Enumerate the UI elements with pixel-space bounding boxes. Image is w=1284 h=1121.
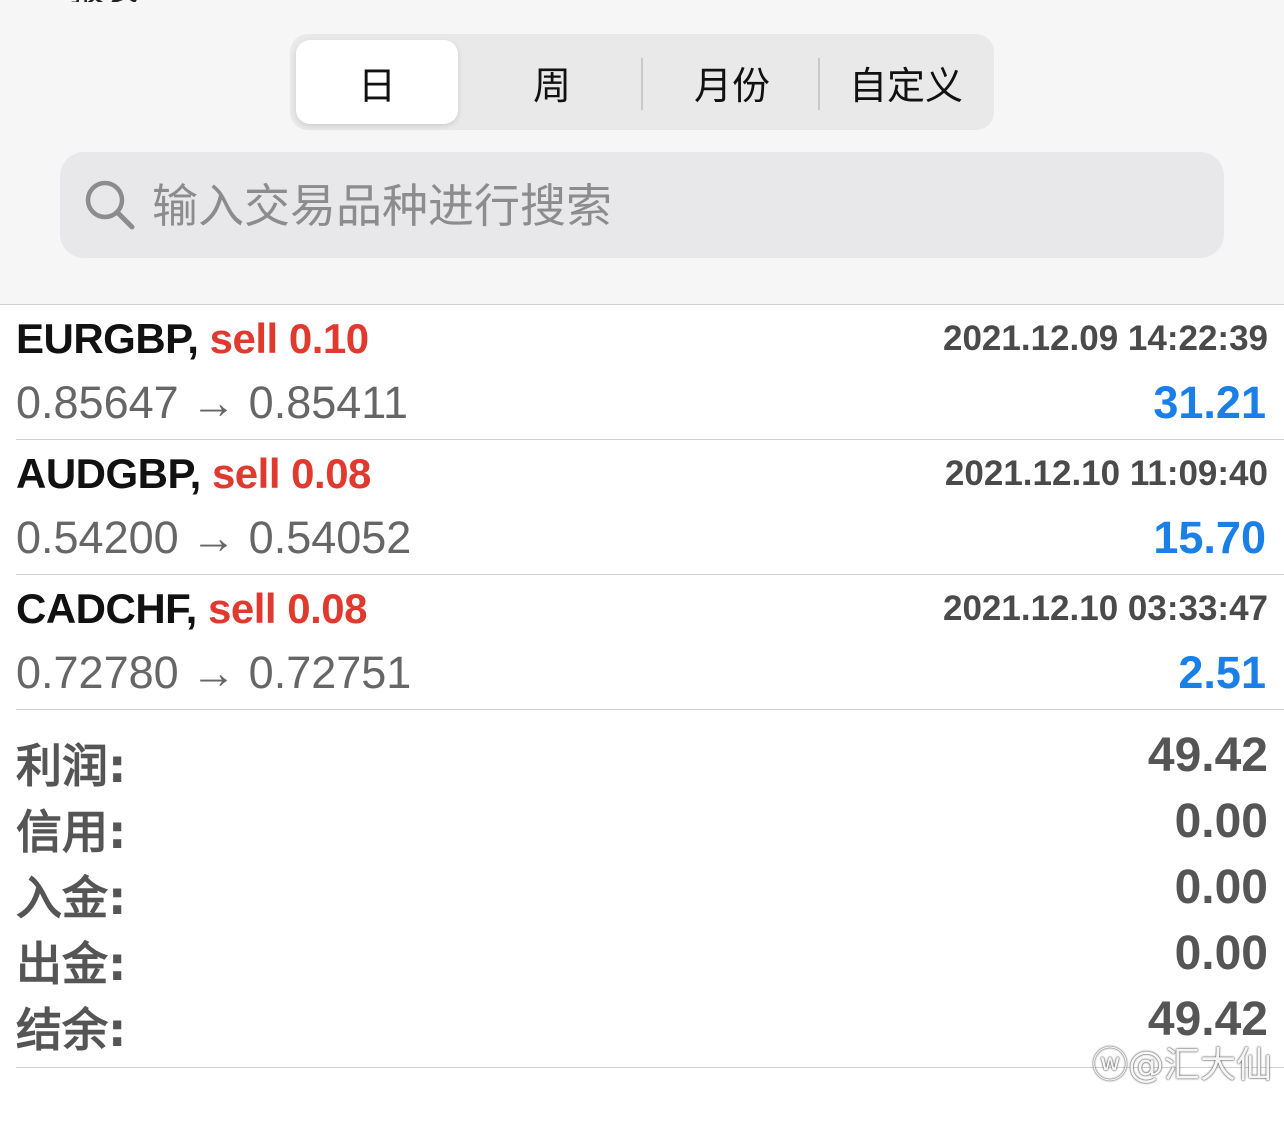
tab-week[interactable]: 周 bbox=[466, 40, 638, 124]
page-title-cutoff: 报表 bbox=[70, 0, 140, 2]
tab-divider bbox=[641, 58, 643, 110]
tab-day[interactable]: 日 bbox=[296, 40, 458, 124]
tab-custom[interactable]: 自定义 bbox=[822, 40, 990, 124]
summary-credit: 信用: 0.00 bbox=[0, 792, 1284, 859]
trade-datetime: 2021.12.10 03:33:47 bbox=[943, 589, 1268, 628]
search-bar[interactable] bbox=[60, 152, 1224, 258]
trade-direction-volume: sell 0.10 bbox=[209, 315, 369, 362]
tab-week-label: 周 bbox=[532, 63, 571, 108]
trade-direction-volume: sell 0.08 bbox=[208, 585, 367, 632]
tab-custom-label: 自定义 bbox=[848, 63, 963, 108]
summary-label: 信用: bbox=[16, 805, 127, 859]
watermark: ⓦ@汇大仙 bbox=[1092, 1036, 1272, 1088]
tab-divider bbox=[818, 58, 820, 110]
summary-value: 0.00 bbox=[1174, 861, 1268, 914]
summary-label: 结余: bbox=[16, 1003, 127, 1057]
row-divider bbox=[16, 709, 1284, 710]
summary-label: 出金: bbox=[16, 937, 127, 991]
period-segmented-control: 日 周 月份 自定义 bbox=[290, 34, 994, 130]
trade-symbol: EURGBP, sell 0.10 bbox=[16, 315, 369, 363]
trade-datetime: 2021.12.10 11:09:40 bbox=[944, 454, 1268, 493]
summary-label: 利润: bbox=[16, 739, 127, 793]
trade-prices: 0.85647 → 0.85411 bbox=[16, 377, 408, 428]
trade-symbol: AUDGBP, sell 0.08 bbox=[16, 450, 371, 498]
trade-profit: 31.21 bbox=[1153, 377, 1266, 428]
tab-month-label: 月份 bbox=[693, 63, 770, 108]
summary-value: 0.00 bbox=[1174, 795, 1268, 848]
symbol-name: EURGBP, bbox=[16, 315, 199, 362]
symbol-name: AUDGBP, bbox=[16, 450, 201, 497]
tab-day-label: 日 bbox=[357, 63, 396, 108]
summary-withdrawal: 出金: 0.00 bbox=[0, 924, 1284, 991]
symbol-name: CADCHF, bbox=[16, 585, 197, 632]
summary-label: 入金: bbox=[16, 871, 127, 925]
search-icon bbox=[85, 180, 135, 230]
weibo-logo-icon: ⓦ bbox=[1091, 1045, 1128, 1086]
summary-value: 49.42 bbox=[1147, 729, 1268, 782]
trade-row-audgbp[interactable]: AUDGBP, sell 0.08 2021.12.10 11:09:40 0.… bbox=[0, 440, 1284, 575]
trade-profit: 15.70 bbox=[1153, 512, 1266, 563]
trade-prices: 0.72780 → 0.72751 bbox=[16, 647, 412, 698]
trade-symbol: CADCHF, sell 0.08 bbox=[16, 585, 367, 633]
trade-direction-volume: sell 0.08 bbox=[211, 450, 371, 497]
trade-datetime: 2021.12.09 14:22:39 bbox=[943, 319, 1268, 358]
summary-profit: 利润: 49.42 bbox=[0, 726, 1284, 793]
summary-value: 0.00 bbox=[1174, 927, 1268, 980]
header-area: 报表 日 周 月份 自定义 bbox=[0, 0, 1284, 305]
trade-profit: 2.51 bbox=[1178, 647, 1266, 698]
trade-prices: 0.54200 → 0.54052 bbox=[16, 512, 412, 563]
summary-deposit: 入金: 0.00 bbox=[0, 858, 1284, 925]
watermark-text: @汇大仙 bbox=[1127, 1045, 1272, 1086]
search-input[interactable] bbox=[150, 170, 1194, 242]
tab-month[interactable]: 月份 bbox=[646, 40, 818, 124]
trade-row-cadchf[interactable]: CADCHF, sell 0.08 2021.12.10 03:33:47 0.… bbox=[0, 575, 1284, 710]
trade-row-eurgbp[interactable]: EURGBP, sell 0.10 2021.12.09 14:22:39 0.… bbox=[0, 305, 1284, 440]
